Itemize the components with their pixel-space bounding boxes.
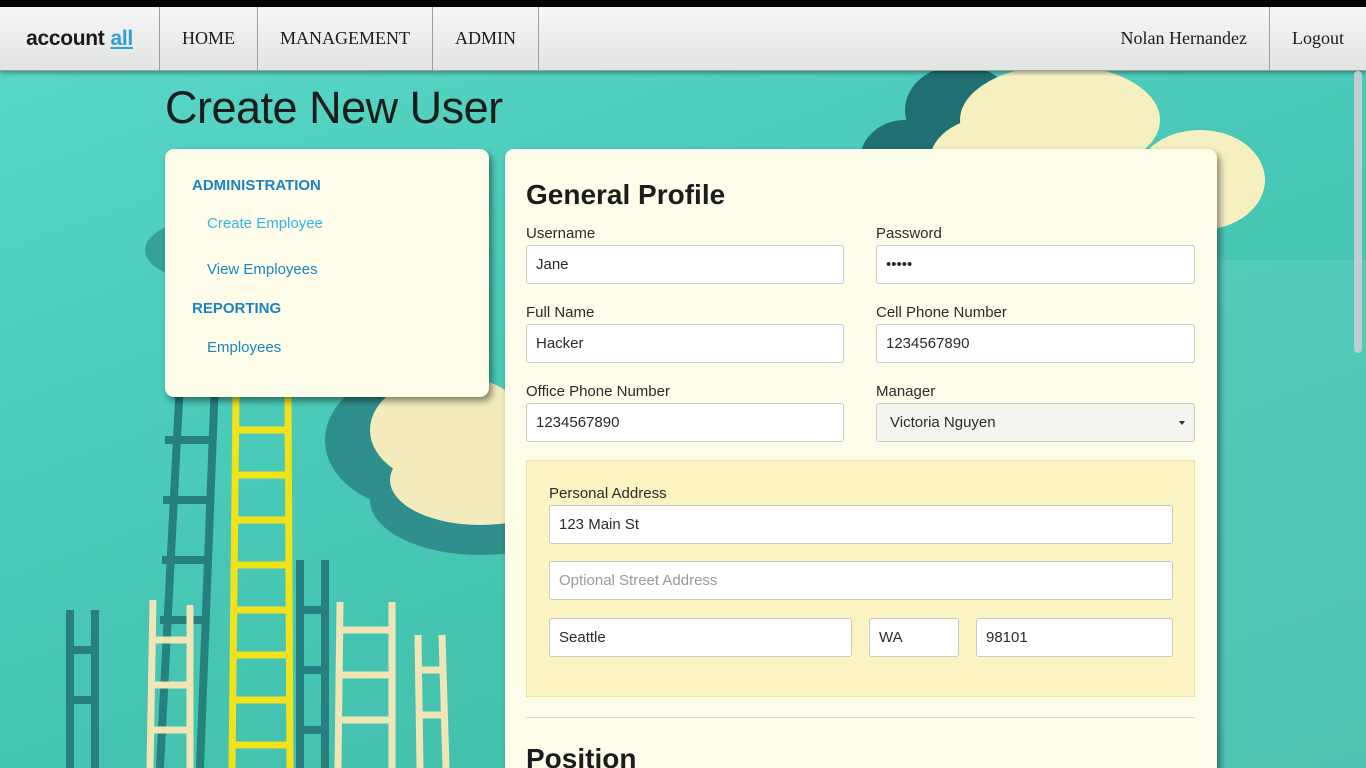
cell-phone-label: Cell Phone Number [876,304,1007,321]
street-address-input[interactable]: 123 Main St [549,505,1173,544]
username-input[interactable]: Jane [526,245,844,284]
brand-accent-text: all [110,26,133,50]
full-name-input[interactable]: Hacker [526,324,844,363]
logout-button[interactable]: Logout [1269,7,1366,70]
cell-phone-input[interactable]: 1234567890 [876,324,1195,363]
password-input[interactable]: ••••• [876,245,1195,284]
page-scrollbar[interactable] [1354,71,1362,353]
nav-home[interactable]: HOME [160,7,258,70]
manager-label: Manager [876,383,936,400]
manager-select[interactable]: Victoria Nguyen [876,403,1195,442]
brand-main-text: account [26,26,105,50]
nav-admin[interactable]: ADMIN [433,7,539,70]
manager-selected-value: Victoria Nguyen [890,414,996,431]
office-phone-label: Office Phone Number [526,383,670,400]
personal-address-label: Personal Address [549,485,667,502]
general-profile-card: General Profile Username Jane Password •… [505,149,1217,768]
sidebar-item-view-employees[interactable]: View Employees [207,261,318,278]
sidebar-item-create-employee[interactable]: Create Employee [207,215,323,232]
window-top-strip [0,0,1366,7]
page-title: Create New User [165,82,503,133]
nav-user-name[interactable]: Nolan Hernandez [1099,7,1269,70]
section-divider [526,717,1195,718]
sidebar-heading-reporting: REPORTING [192,300,282,317]
office-phone-input[interactable]: 1234567890 [526,403,844,442]
sidebar-panel: ADMINISTRATION Create Employee View Empl… [165,149,489,397]
sidebar-item-employees-report[interactable]: Employees [207,339,281,356]
username-label: Username [526,225,596,242]
brand-logo[interactable]: account all [0,7,160,70]
sidebar-heading-administration: ADMINISTRATION [192,177,321,194]
full-name-label: Full Name [526,304,595,321]
state-input[interactable]: WA [869,618,959,657]
top-navbar: account all HOME MANAGEMENT ADMIN Nolan … [0,7,1366,71]
nav-management[interactable]: MANAGEMENT [258,7,433,70]
section-title-position: Position [526,743,637,768]
password-label: Password [876,225,942,242]
section-title-general-profile: General Profile [526,179,726,210]
caret-down-icon [1179,421,1185,425]
zip-input[interactable]: 98101 [976,618,1173,657]
personal-address-panel: Personal Address 123 Main St Optional St… [526,460,1195,697]
city-input[interactable]: Seattle [549,618,852,657]
street-address-2-input[interactable]: Optional Street Address [549,561,1173,600]
